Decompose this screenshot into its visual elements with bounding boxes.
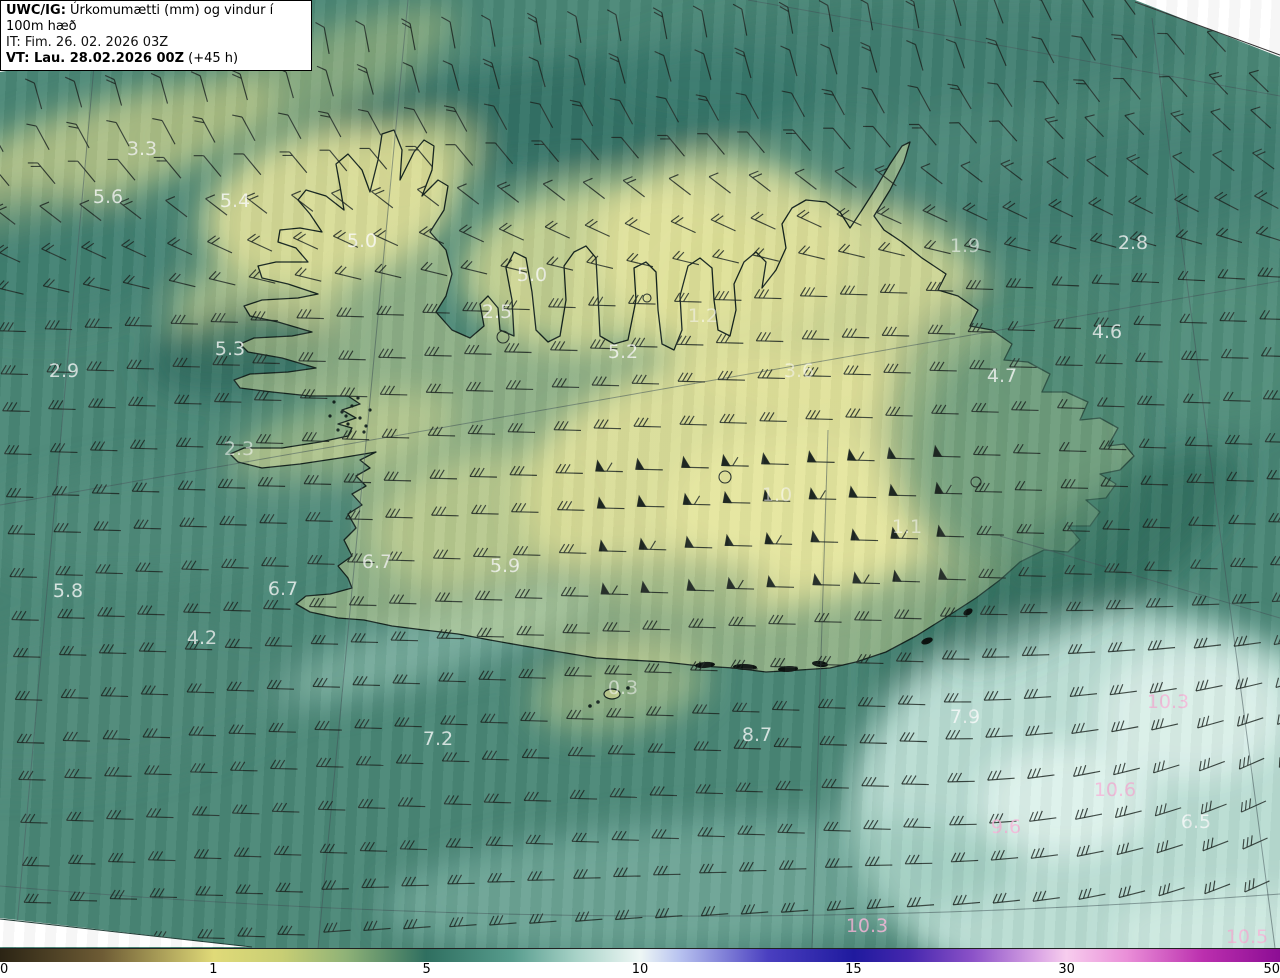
precip-value-label: 5.6 bbox=[93, 186, 123, 208]
precip-value-label: 1.9 bbox=[950, 235, 980, 257]
breidafjordur-islet bbox=[350, 404, 354, 408]
breidafjordur-islet bbox=[340, 410, 344, 414]
breidafjordur-islet bbox=[336, 428, 340, 432]
product-title: UWC/IG: Úrkomumætti (mm) og vindur í 100… bbox=[6, 3, 306, 35]
colorbar-tick-label: 30 bbox=[1058, 962, 1075, 977]
precip-value-label: 8.7 bbox=[742, 724, 772, 746]
precip-value-label: 5.0 bbox=[347, 230, 377, 252]
precip-value-label: 10.3 bbox=[846, 915, 888, 937]
precip-value-label: 2.3 bbox=[224, 438, 254, 460]
colorbar-tick-labels: 0 1 5 10 15 30 50 bbox=[0, 962, 1280, 978]
breidafjordur-islet bbox=[328, 414, 332, 418]
precip-value-label: 10.5 bbox=[1226, 926, 1268, 948]
colorbar-gradient bbox=[0, 948, 1280, 963]
weather-map: 3.3 5.6 5.4 5.0 5.0 2.5 1.2 5.3 2.9 5.2 3.6 1.9 2.8 4… bbox=[0, 0, 1280, 948]
precip-value-label: 2.5 bbox=[482, 301, 512, 323]
vestmannaeyjar-islet bbox=[588, 704, 592, 708]
breidafjordur-islet bbox=[332, 400, 336, 404]
precip-value-label: 5.3 bbox=[215, 338, 245, 360]
model-name: UWC/IG: bbox=[6, 3, 66, 18]
breidafjordur-islet bbox=[362, 430, 366, 434]
breidafjordur-islet bbox=[358, 416, 362, 420]
precip-value-label: 5.4 bbox=[220, 190, 250, 212]
title-box: UWC/IG: Úrkomumætti (mm) og vindur í 100… bbox=[0, 0, 312, 71]
colorbar-tick-label: 50 bbox=[1263, 962, 1280, 977]
precip-value-label: 1.1 bbox=[892, 516, 922, 538]
precip-value-label: 10.6 bbox=[1094, 779, 1136, 801]
vestmannaeyjar-islet bbox=[596, 700, 600, 704]
precip-value-label: 9.6 bbox=[991, 816, 1021, 838]
precip-value-label: 2.9 bbox=[49, 360, 79, 382]
precip-value-label: 4.2 bbox=[187, 627, 217, 649]
precip-value-label: 2.8 bbox=[1118, 232, 1148, 254]
valid-time: VT: Lau. 28.02.2026 00Z (+45 h) bbox=[6, 51, 306, 67]
precip-value-label: 7.9 bbox=[950, 706, 980, 728]
valid-time-offset: (+45 h) bbox=[184, 51, 239, 66]
precip-value-label: 1.2 bbox=[688, 305, 718, 327]
precip-value-label: 5.2 bbox=[608, 341, 638, 363]
precip-value-label: 6.7 bbox=[268, 578, 298, 600]
precip-value-label: 4.7 bbox=[987, 365, 1017, 387]
precip-value-label: 5.9 bbox=[490, 555, 520, 577]
colorbar-tick-label: 1 bbox=[209, 962, 218, 977]
colorbar-tick-label: 10 bbox=[631, 962, 649, 977]
precip-value-label: 5.8 bbox=[53, 580, 83, 602]
precip-value-label: 10.3 bbox=[1147, 691, 1189, 713]
precip-value-label: 1.0 bbox=[762, 484, 792, 506]
breidafjordur-islet bbox=[344, 414, 348, 418]
valid-time-main: VT: Lau. 28.02.2026 00Z bbox=[6, 51, 185, 66]
precip-value-label: 0.3 bbox=[608, 677, 638, 699]
colorbar-tick-label: 0 bbox=[0, 962, 9, 977]
colorbar-tick-label: 15 bbox=[845, 962, 862, 977]
precip-value-label: 5.0 bbox=[517, 264, 547, 286]
precip-value-label: 3.3 bbox=[127, 138, 157, 160]
precip-value-label: 7.2 bbox=[423, 728, 453, 750]
breidafjordur-islet bbox=[346, 422, 350, 426]
precip-value-label: 6.7 bbox=[362, 551, 392, 573]
precip-value-label: 6.5 bbox=[1181, 811, 1211, 833]
init-time: IT: Fim. 26. 02. 2026 03Z bbox=[6, 35, 169, 50]
precip-value-label: 3.6 bbox=[784, 360, 814, 382]
colorbar-tick-label: 5 bbox=[422, 962, 431, 977]
precip-wind-field-svg: 3.35.6 5.45.05.02.5 1.25.32.95.23.61.9 2.84… bbox=[0, 0, 1280, 948]
precip-value-label: 4.6 bbox=[1092, 321, 1122, 343]
